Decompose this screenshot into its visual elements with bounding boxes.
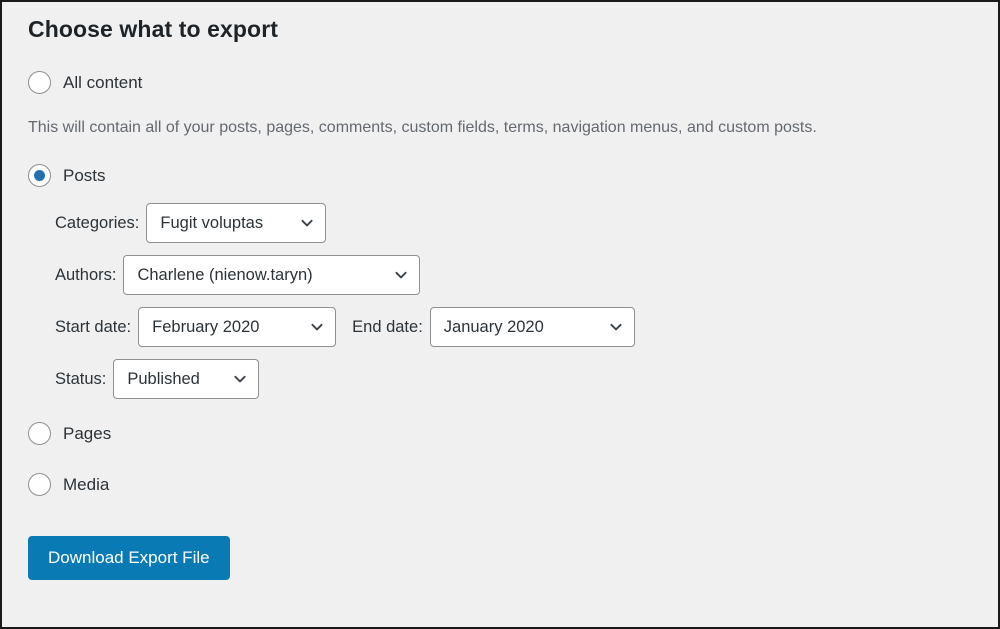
radio-pages-input[interactable] [28, 422, 51, 446]
radio-option-pages[interactable]: Pages [28, 422, 972, 446]
export-panel: Choose what to export All content This w… [0, 0, 1000, 629]
chevron-down-icon [310, 320, 324, 334]
radio-all-content-input[interactable] [28, 70, 51, 94]
status-select[interactable]: Published [113, 359, 260, 400]
radio-all-content-label: All content [63, 72, 143, 92]
authors-value: Charlene (nienow.taryn) [137, 266, 313, 285]
radio-posts-label: Posts [63, 166, 106, 186]
submit-row: Download Export File [28, 536, 972, 581]
authors-select[interactable]: Charlene (nienow.taryn) [123, 255, 421, 296]
post-filters: Categories: Fugit voluptas Authors: Char… [28, 203, 972, 400]
radio-media-input[interactable] [28, 473, 51, 497]
chevron-down-icon [609, 320, 623, 334]
chevron-down-icon [233, 372, 247, 386]
start-date-label: Start date: [55, 317, 132, 336]
end-date-value: January 2020 [443, 318, 544, 337]
chevron-down-icon [300, 216, 314, 230]
radio-option-posts[interactable]: Posts [28, 164, 972, 188]
radio-option-media[interactable]: Media [28, 473, 972, 497]
status-label: Status: [55, 369, 107, 388]
start-date-select[interactable]: February 2020 [138, 307, 337, 348]
categories-value: Fugit voluptas [160, 214, 264, 233]
filter-row-status: Status: Published [55, 359, 972, 400]
chevron-down-icon [394, 268, 408, 282]
categories-select[interactable]: Fugit voluptas [146, 203, 327, 244]
radio-option-all-content[interactable]: All content [28, 70, 972, 94]
page-title: Choose what to export [28, 16, 279, 42]
categories-label: Categories: [55, 213, 140, 232]
filter-row-categories: Categories: Fugit voluptas [55, 203, 972, 244]
all-content-description: This will contain all of your posts, pag… [28, 118, 817, 136]
end-date-label: End date: [352, 317, 423, 336]
radio-pages-label: Pages [63, 424, 112, 444]
filter-row-authors: Authors: Charlene (nienow.taryn) [55, 255, 972, 296]
radio-posts-input[interactable] [28, 164, 51, 188]
end-date-select[interactable]: January 2020 [429, 307, 635, 348]
radio-media-label: Media [63, 475, 110, 495]
filter-row-dates: Start date: February 2020 End date: Janu… [55, 307, 972, 348]
authors-label: Authors: [55, 265, 117, 284]
start-date-value: February 2020 [152, 318, 260, 337]
download-export-file-button[interactable]: Download Export File [28, 536, 230, 581]
status-value: Published [127, 370, 200, 389]
